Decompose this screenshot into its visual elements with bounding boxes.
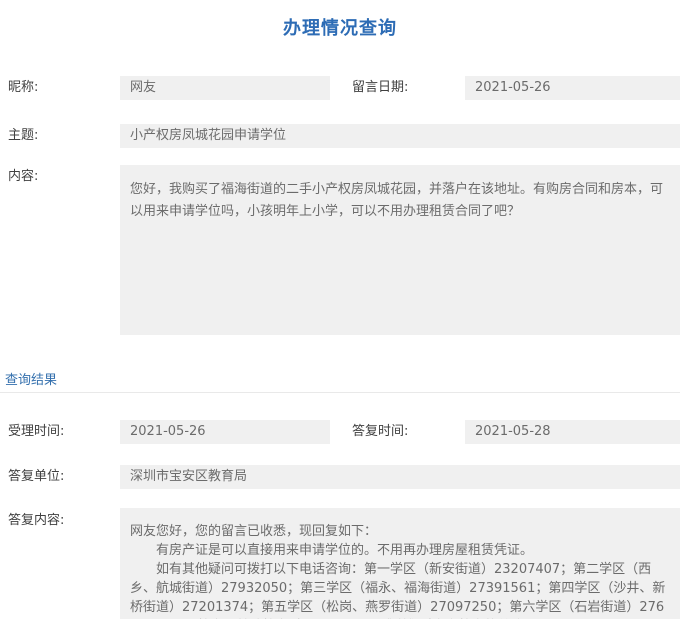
reply-time-label: 答复时间: <box>352 424 409 439</box>
content-label: 内容: <box>8 169 39 184</box>
subject-label: 主题: <box>8 128 39 143</box>
inquiry-status-page: 办理情况查询 昵称: 网友 留言日期: 2021-05-26 主题: 小产权房凤… <box>0 0 680 619</box>
reply-content-label: 答复内容: <box>8 513 65 528</box>
accept-time-label: 受理时间: <box>8 424 65 439</box>
section-divider <box>0 392 680 393</box>
reply-unit-input[interactable]: 深圳市宝安区教育局 <box>120 465 680 489</box>
subject-input[interactable]: 小产权房凤城花园申请学位 <box>120 124 680 148</box>
message-date-input[interactable]: 2021-05-26 <box>465 76 680 100</box>
nickname-label: 昵称: <box>8 80 39 95</box>
accept-time-input[interactable]: 2021-05-26 <box>120 420 330 444</box>
reply-time-input[interactable]: 2021-05-28 <box>465 420 680 444</box>
message-date-label: 留言日期: <box>352 80 409 95</box>
content-textarea[interactable]: 您好，我购买了福海街道的二手小产权房凤城花园，并落户在该地址。有购房合同和房本，… <box>120 165 680 335</box>
reply-unit-label: 答复单位: <box>8 469 65 484</box>
query-result-link[interactable]: 查询结果 <box>5 369 57 388</box>
reply-content-textarea[interactable]: 网友您好，您的留言已收悉，现回复如下： 有房产证是可以直接用来申请学位的。不用再… <box>120 508 680 619</box>
nickname-input[interactable]: 网友 <box>120 76 330 100</box>
page-title: 办理情况查询 <box>283 18 397 39</box>
